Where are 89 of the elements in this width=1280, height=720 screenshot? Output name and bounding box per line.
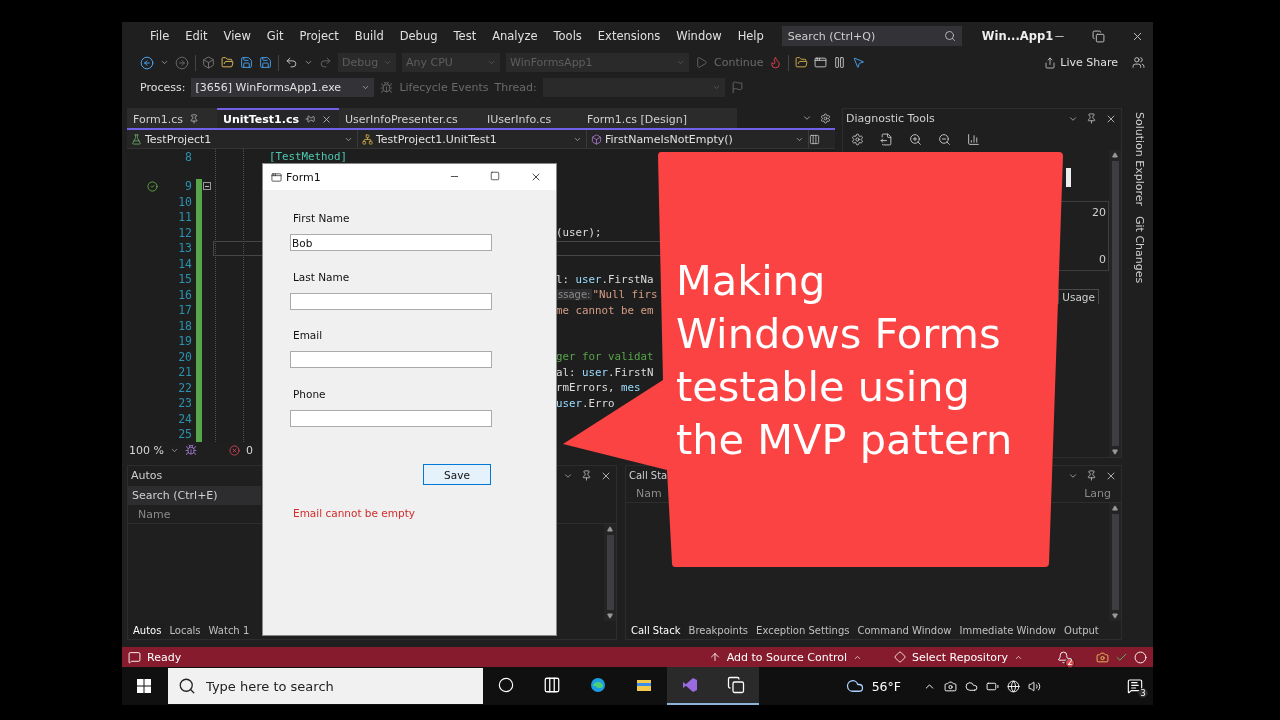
column-header: Name <box>138 508 171 521</box>
panel-tab[interactable]: Watch 1 <box>205 621 253 639</box>
column-header: Lang <box>1084 487 1111 500</box>
panel-title: Autos <box>131 469 163 482</box>
line-number: 24 <box>177 411 193 426</box>
line-number: 15 <box>177 272 193 287</box>
line-number: 21 <box>177 365 193 380</box>
menu-item[interactable]: Git <box>258 29 292 43</box>
line-number: 9 <box>184 179 193 194</box>
line-number: 14 <box>177 256 193 271</box>
menu-item[interactable]: Test <box>445 29 485 43</box>
column-header: Nam <box>636 487 662 500</box>
menu-item[interactable]: Project <box>291 29 347 43</box>
line-number: 13 <box>177 241 193 256</box>
line-number: 19 <box>177 334 193 349</box>
menu-item[interactable]: Tools <box>545 29 590 43</box>
line-number: 25 <box>177 427 193 442</box>
document-tab[interactable]: IUserInfo.cs <box>481 108 581 128</box>
taskbar-search-field[interactable]: Type here to search <box>168 668 483 704</box>
class-dropdown[interactable]: TestProject1.UnitTest1 <box>358 130 587 148</box>
project-dropdown[interactable]: TestProject1 <box>127 130 358 148</box>
line-number: 18 <box>177 318 193 333</box>
notification-badge: 3 <box>1138 688 1148 698</box>
process-dropdown[interactable]: [3656] WinFormsApp1.exe <box>191 77 375 97</box>
callout-text: Making Windows Forms testable using the MVP pattern <box>676 255 1013 466</box>
thread-label: Thread: <box>494 80 537 94</box>
menu-item[interactable]: Analyze <box>484 29 546 43</box>
code-line: rmErrors, mes <box>556 381 641 395</box>
panel-tab[interactable]: Locals <box>166 621 204 639</box>
document-tab[interactable]: UnitTest1.cs <box>217 108 339 128</box>
panel-tab[interactable]: Exception Settings <box>753 621 853 639</box>
repository-button[interactable]: Select Repository <box>894 650 1023 664</box>
panel-title: Diagnostic Tools <box>846 112 935 125</box>
panel-tab[interactable]: Output <box>1061 621 1102 639</box>
line-number: 8 <box>184 149 193 164</box>
document-tab[interactable]: UserInfoPresenter.cs <box>339 108 481 128</box>
code-line: ssage: "Null firs <box>556 288 658 302</box>
input-field[interactable]: Bob <box>290 234 492 251</box>
field-label: Last Name <box>293 270 351 285</box>
process-label: Process: <box>140 80 186 94</box>
line-number: 10 <box>177 194 193 209</box>
field-label: Email <box>293 329 324 343</box>
side-tab[interactable]: Solution Explorer <box>1132 112 1146 207</box>
menu-item[interactable]: File <box>142 29 178 43</box>
line-number: 23 <box>177 396 193 411</box>
menu-item[interactable]: Build <box>346 29 392 43</box>
panel-tab[interactable]: Immediate Window <box>956 621 1060 639</box>
menu-item[interactable]: Extensions <box>589 29 669 43</box>
save-button[interactable]: Save <box>423 464 491 485</box>
code-line: me cannot be em <box>556 303 654 317</box>
panel-tab[interactable]: Breakpoints <box>685 621 752 639</box>
code-line: ger for validat <box>556 350 654 364</box>
member-dropdown[interactable]: FirstNameIsNotEmpty() <box>587 130 809 148</box>
error-message: Email cannot be empty <box>293 507 416 519</box>
code-line: al: user.FirstN <box>556 365 654 379</box>
search-field[interactable]: Search (Ctrl+E) <box>128 486 261 505</box>
menu-item[interactable]: Debug <box>391 29 446 43</box>
document-tab[interactable]: Form1.cs [Design] <box>581 108 737 128</box>
menu-item[interactable]: Window <box>668 29 730 43</box>
search-field[interactable]: Search (Ctrl+Q) <box>781 26 962 46</box>
line-number: 20 <box>177 349 193 364</box>
zoom-level[interactable]: 100 % <box>129 443 164 457</box>
line-number: 17 <box>177 303 193 318</box>
status-text: Ready <box>147 650 182 664</box>
menu-item[interactable]: Edit <box>177 29 216 43</box>
code-line: (user); <box>556 226 602 240</box>
code-line: [TestMethod] <box>269 150 347 164</box>
field-label: Phone <box>293 387 327 402</box>
line-number: 11 <box>177 210 193 225</box>
axis-label: 20 <box>1092 206 1106 219</box>
panel-tab[interactable]: Command Window <box>854 621 955 639</box>
weather-text[interactable]: 56°F <box>871 678 901 694</box>
code-line: l: user.FirstNa <box>556 272 654 286</box>
solution-name: Win...App1 <box>981 29 1054 43</box>
error-count: 0 <box>245 443 253 457</box>
line-number: 22 <box>177 380 193 395</box>
panel-title: Call Sta <box>629 470 668 481</box>
line-number: 12 <box>177 225 193 240</box>
side-tab[interactable]: Git Changes <box>1132 216 1146 284</box>
window-title: Form1 <box>286 170 321 184</box>
code-line: user.Erro <box>556 396 615 410</box>
source-control-button[interactable]: Add to Source Control <box>708 650 863 664</box>
menu-item[interactable]: Help <box>729 29 772 43</box>
axis-label: 0 <box>1099 253 1106 266</box>
document-tab[interactable]: Form1.cs <box>127 108 217 128</box>
line-number: 16 <box>177 287 193 302</box>
field-label: First Name <box>293 212 351 226</box>
menu-item[interactable]: View <box>215 29 259 43</box>
live-share-button[interactable]: Live Share <box>1036 56 1126 69</box>
